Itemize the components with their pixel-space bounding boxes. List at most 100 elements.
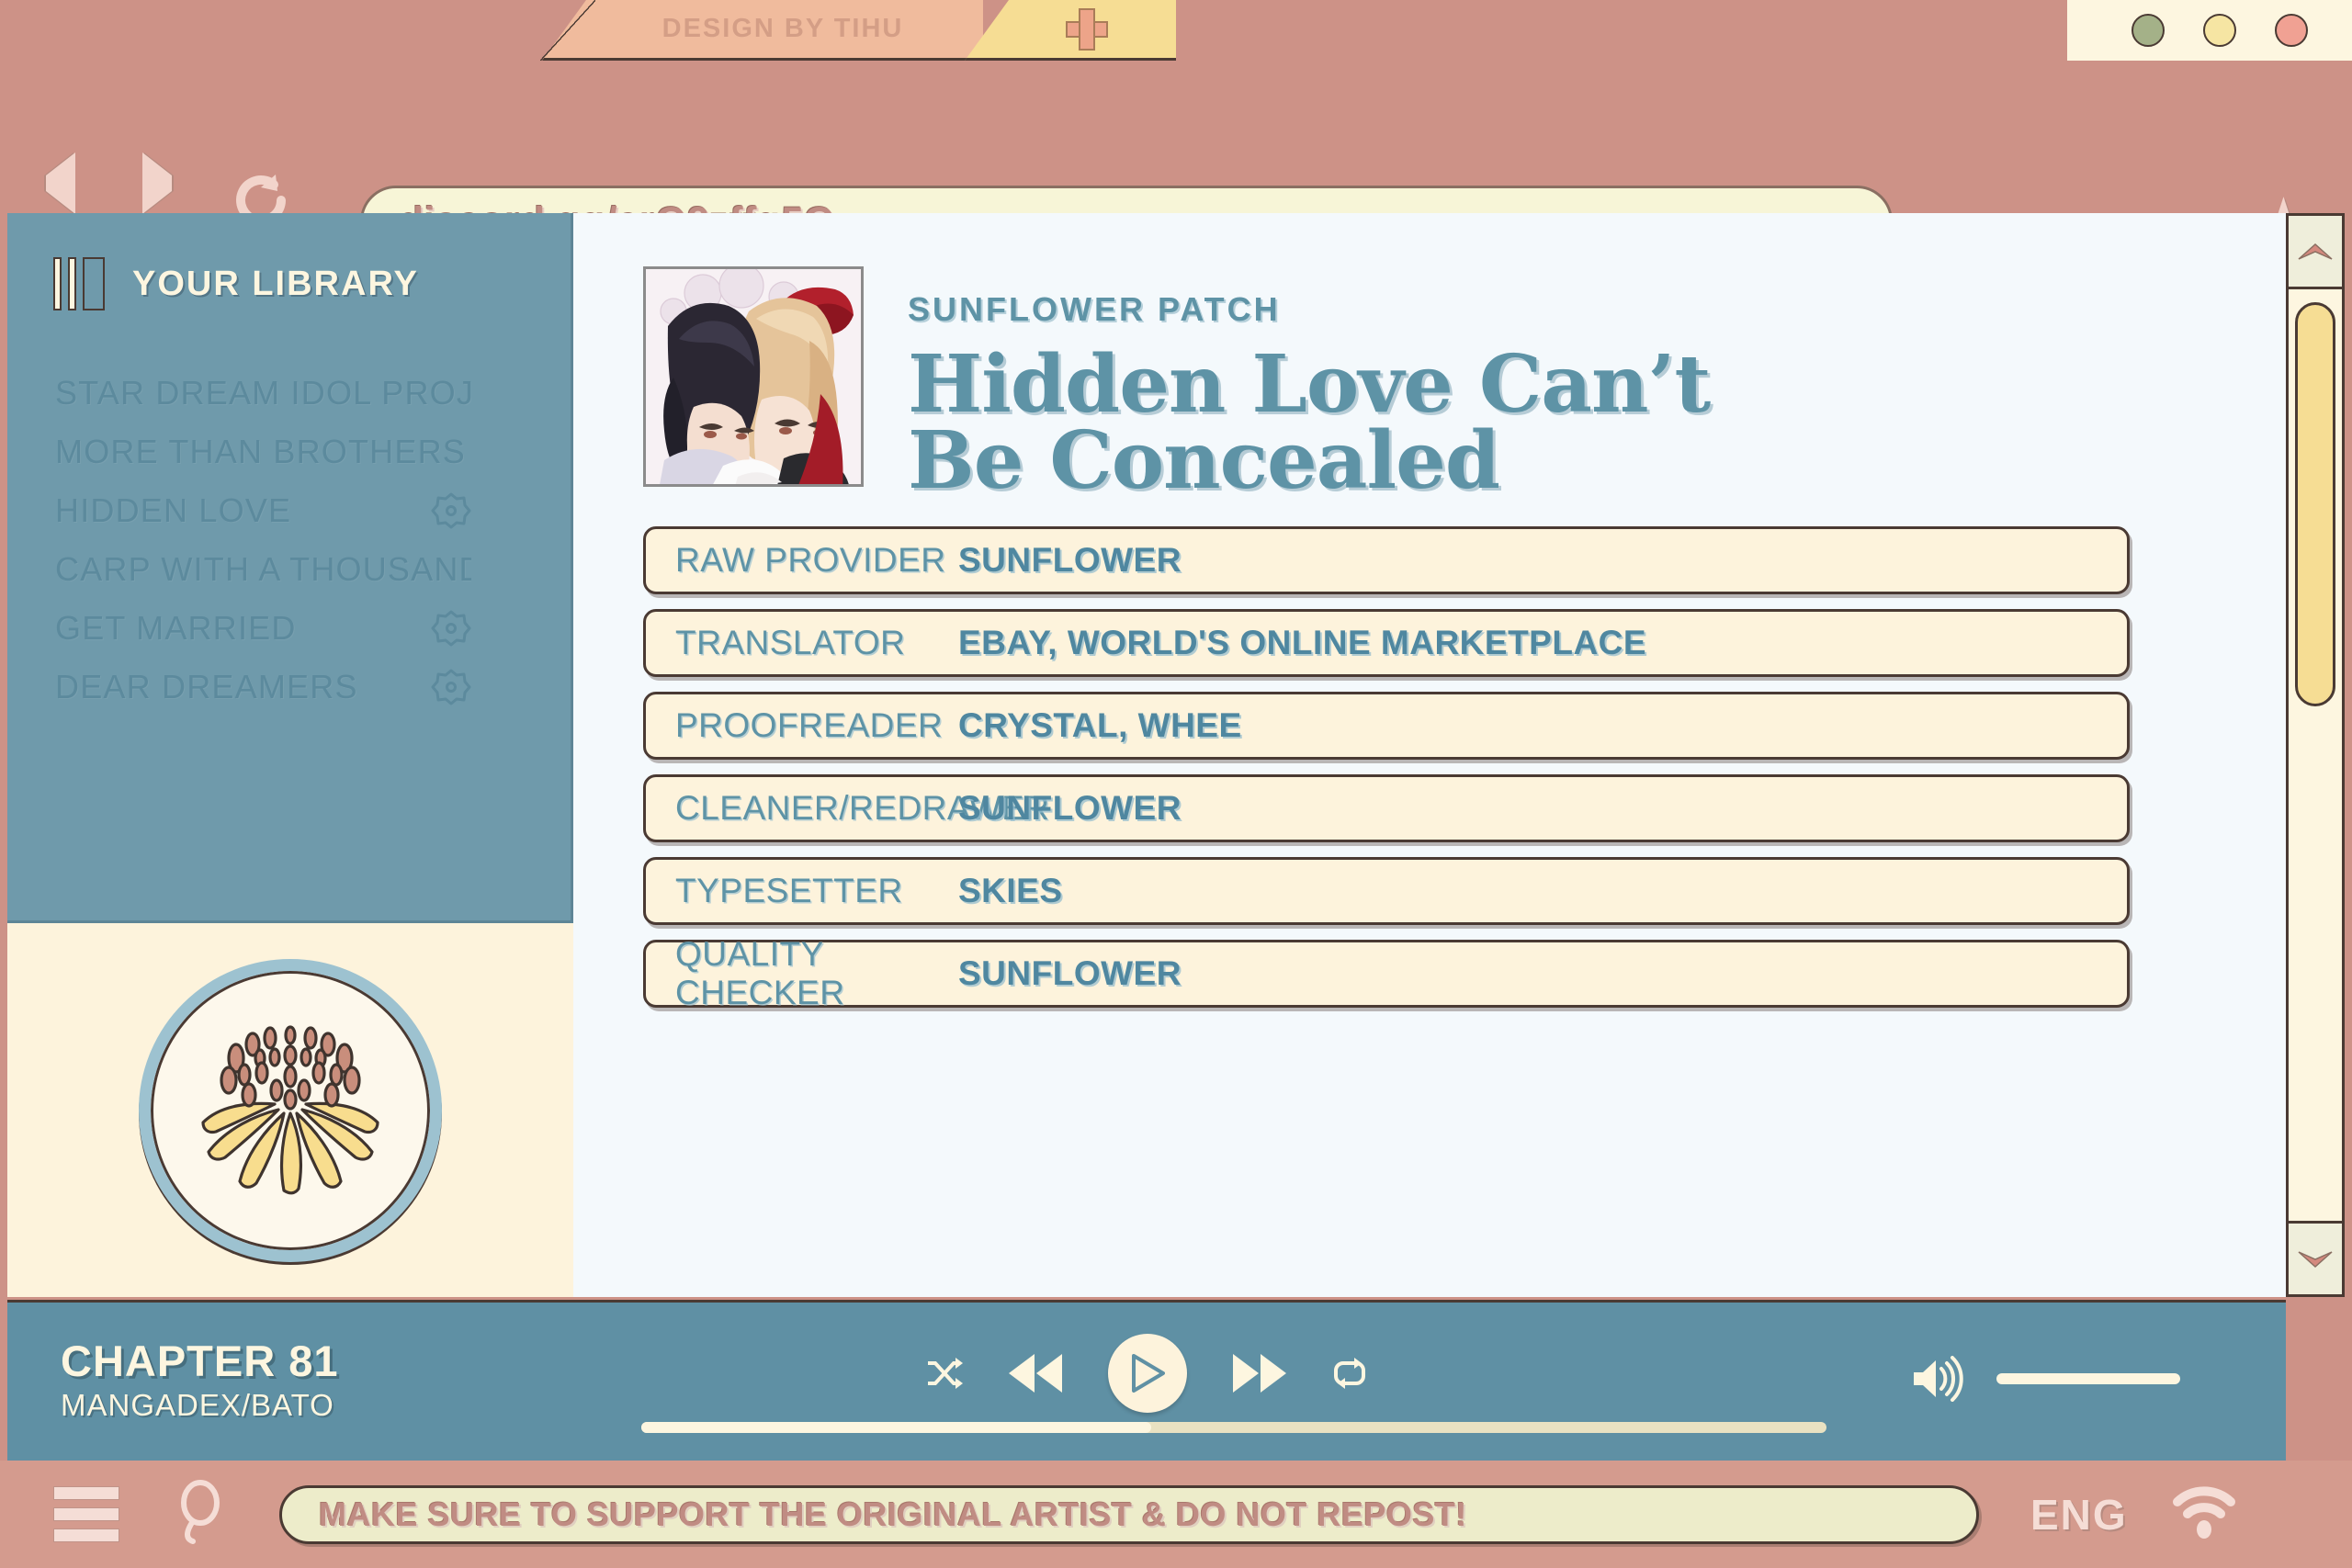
play-button[interactable]	[1108, 1334, 1187, 1413]
series-text: SUNFLOWER PATCH Hidden Love Can’t Be Con…	[908, 266, 1711, 507]
seek-bar[interactable]	[641, 1422, 1826, 1433]
credit-value: SUNFLOWER	[958, 954, 1182, 993]
player-bar: CHAPTER 81 MANGADEX/BATO	[7, 1300, 2286, 1461]
content-pane: SUNFLOWER PATCH Hidden Love Can’t Be Con…	[573, 213, 2286, 1297]
wifi-icon[interactable]	[2172, 1483, 2236, 1545]
series-header: SUNFLOWER PATCH Hidden Love Can’t Be Con…	[573, 213, 2286, 507]
credit-value: CRYSTAL, WHEE	[958, 706, 1242, 745]
address-bar-row: discord.gg/erG2zffq5G ★	[0, 61, 2352, 257]
window-body: YOUR LIBRARY STAR DREAM IDOL PROJECT MOR…	[7, 213, 2286, 1297]
list-item-label: MORE THAN BROTHERS	[55, 433, 466, 470]
notice-text: MAKE SURE TO SUPPORT THE ORIGINAL ARTIST…	[319, 1495, 1467, 1533]
forward-button[interactable]	[142, 152, 172, 214]
flower-badge-icon	[431, 492, 471, 529]
table-row: QUALITY CHECKER SUNFLOWER	[643, 935, 2130, 1011]
sidebar-item-get-married[interactable]: GET MARRIED	[7, 599, 571, 658]
table-row: PROOFREADER CRYSTAL, WHEE	[643, 692, 2130, 761]
now-playing: CHAPTER 81 MANGADEX/BATO	[61, 1336, 339, 1423]
credit-label: TYPESETTER	[675, 872, 903, 910]
credit-value: SUNFLOWER	[958, 789, 1182, 828]
scroll-track[interactable]	[2289, 289, 2342, 1221]
minimize-dot[interactable]	[2132, 14, 2165, 47]
previous-button[interactable]	[1007, 1352, 1064, 1394]
flower-badge-icon	[431, 610, 471, 647]
language-selector[interactable]: ENG	[2030, 1490, 2128, 1540]
table-row: TYPESETTER SKIES	[643, 857, 2130, 926]
list-item-label: DEAR DREAMERS	[55, 668, 358, 705]
credit-label: TRANSLATOR	[675, 624, 906, 662]
volume-icon[interactable]	[1910, 1356, 1965, 1402]
cover-art[interactable]	[643, 266, 864, 487]
hamburger-menu-icon[interactable]	[53, 1486, 119, 1542]
credit-value: SKIES	[958, 872, 1063, 910]
credit-value: EBAY, WORLD'S ONLINE MARKETPLACE	[958, 624, 1647, 662]
library-header: YOUR LIBRARY	[7, 213, 571, 310]
chevron-left-icon	[46, 152, 75, 214]
volume-slider[interactable]	[1996, 1373, 2180, 1384]
credit-label: CLEANER/REDRAWER	[675, 789, 1050, 828]
next-button[interactable]	[1231, 1352, 1288, 1394]
maximize-dot[interactable]	[2203, 14, 2236, 47]
sidebar-item-hidden-love[interactable]: HIDDEN LOVE	[7, 481, 571, 540]
plus-icon	[1066, 7, 1108, 51]
browser-window: DESIGN BY TIHU discord.gg/erG2zffq5G	[0, 0, 2352, 1568]
close-dot[interactable]	[2275, 14, 2308, 47]
list-item-label: HIDDEN LOVE	[55, 491, 292, 529]
scroll-thumb[interactable]	[2295, 302, 2335, 706]
tab-label: DESIGN BY TIHU	[662, 14, 904, 43]
list-item-label: STAR DREAM IDOL PROJECT	[55, 374, 471, 412]
library-icon	[53, 257, 105, 310]
tab-edge-decoration	[540, 0, 595, 61]
library-title: YOUR LIBRARY	[132, 264, 419, 303]
search-icon[interactable]	[173, 1479, 228, 1550]
credit-label: PROOFREADER	[675, 706, 944, 745]
sidebar-item-dear-dreamers[interactable]: DEAR DREAMERS	[7, 658, 571, 716]
rewind-icon	[1009, 1354, 1062, 1393]
credit-label: QUALITY CHECKER	[675, 935, 845, 1012]
tab-design-by-tihu[interactable]: DESIGN BY TIHU	[542, 0, 983, 61]
table-row: TRANSLATOR EBAY, WORLD'S ONLINE MARKETPL…	[643, 609, 2130, 678]
status-bar: MAKE SURE TO SUPPORT THE ORIGINAL ARTIST…	[0, 1461, 2352, 1568]
group-name: SUNFLOWER PATCH	[908, 290, 1281, 328]
transport-controls	[926, 1334, 1367, 1413]
volume-control	[1910, 1356, 2180, 1402]
credit-value: SUNFLOWER	[958, 541, 1182, 580]
chevron-right-icon	[142, 152, 172, 214]
library-list: STAR DREAM IDOL PROJECT MORE THAN BROTHE…	[7, 364, 571, 716]
chevron-down-icon	[2298, 1250, 2333, 1268]
sidebar-item-carp-with-a-thousand-e[interactable]: CARP WITH A THOUSAND E...	[7, 540, 571, 599]
sidebar-item-more-than-brothers[interactable]: MORE THAN BROTHERS	[7, 423, 571, 481]
page-title: Hidden Love Can’t Be Concealed	[908, 338, 1711, 507]
list-item-label: CARP WITH A THOUSAND E...	[55, 550, 471, 588]
sidebar: YOUR LIBRARY STAR DREAM IDOL PROJECT MOR…	[7, 213, 573, 1297]
table-row: RAW PROVIDER SUNFLOWER	[643, 526, 2130, 595]
window-controls	[2067, 0, 2352, 61]
chapter-source: MANGADEX/BATO	[61, 1388, 334, 1422]
support-notice-banner: MAKE SURE TO SUPPORT THE ORIGINAL ARTIST…	[279, 1484, 1979, 1544]
flower-badge-icon	[431, 669, 471, 705]
back-button[interactable]	[46, 152, 75, 214]
shuffle-button[interactable]	[926, 1358, 963, 1389]
scroll-down-button[interactable]	[2289, 1221, 2342, 1294]
new-tab-button[interactable]	[965, 0, 1176, 61]
sunflower-logo-icon	[139, 958, 442, 1262]
credits-table: RAW PROVIDER SUNFLOWER TRANSLATOR EBAY, …	[573, 499, 2286, 1011]
fast-forward-icon	[1233, 1354, 1286, 1393]
chapter-title: CHAPTER 81	[61, 1337, 339, 1385]
shuffle-icon	[928, 1358, 963, 1389]
tab-strip: DESIGN BY TIHU	[0, 0, 2352, 61]
repeat-icon	[1334, 1358, 1365, 1389]
title-line-2: Be Concealed	[908, 413, 1500, 507]
vertical-scrollbar[interactable]	[2286, 213, 2345, 1297]
play-icon	[1132, 1354, 1165, 1393]
seek-progress	[641, 1422, 1151, 1433]
title-line-1: Hidden Love Can’t	[908, 338, 1711, 431]
repeat-button[interactable]	[1332, 1358, 1367, 1389]
scroll-up-button[interactable]	[2289, 216, 2342, 289]
table-row: CLEANER/REDRAWER SUNFLOWER	[643, 774, 2130, 843]
list-item-label: GET MARRIED	[55, 609, 297, 647]
sidebar-item-star-dream-idol-project[interactable]: STAR DREAM IDOL PROJECT	[7, 364, 571, 423]
credit-label: RAW PROVIDER	[675, 541, 946, 580]
chevron-up-icon	[2298, 243, 2333, 260]
sunflower-logo-pane	[7, 920, 573, 1297]
